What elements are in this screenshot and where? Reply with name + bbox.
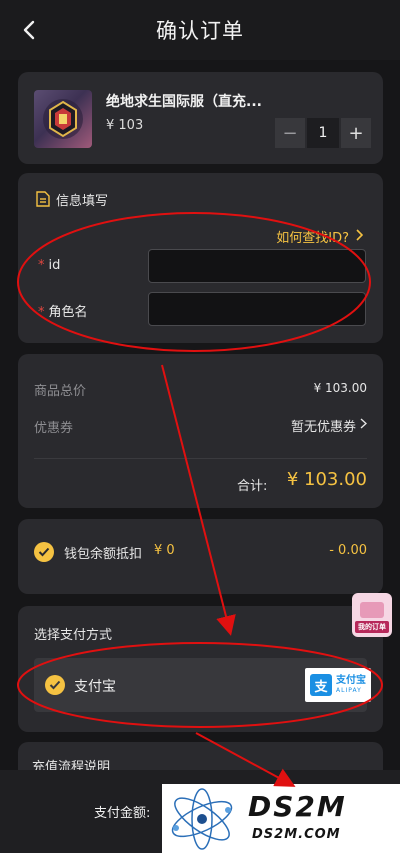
- my-orders-label: 我的订单: [355, 621, 389, 633]
- required-mark: *: [38, 305, 45, 320]
- wallet-deduction-card: 钱包余额抵扣 ¥ 0 - 0.00: [18, 519, 383, 594]
- goods-total-label: 商品总价: [34, 384, 87, 399]
- info-section-title: 信息填写: [56, 194, 109, 209]
- product-price: ¥ 103: [106, 118, 144, 133]
- wallet-balance: ¥ 0: [154, 543, 175, 558]
- check-icon: [38, 547, 50, 557]
- my-orders-float-button[interactable]: 我的订单: [352, 593, 392, 637]
- divider: [34, 458, 367, 459]
- coupon-value: 暂无优惠券: [290, 420, 356, 435]
- alipay-logo: 支 支付宝 ALIPAY: [305, 668, 371, 702]
- role-name-field-label: * 角色名: [38, 305, 88, 320]
- find-id-label: 如何查找ID?: [276, 231, 349, 246]
- payment-section-title: 选择支付方式: [34, 628, 113, 643]
- chevron-right-icon: [360, 418, 368, 433]
- pay-total-label: 支付金额:: [94, 806, 151, 821]
- back-arrow-icon[interactable]: [18, 18, 40, 42]
- alipay-logo-en: ALIPAY: [336, 687, 362, 694]
- alipay-radio[interactable]: [45, 675, 65, 695]
- sum-label: 合计:: [237, 479, 268, 494]
- coupon-label: 优惠券: [34, 421, 74, 436]
- check-icon: [49, 680, 61, 690]
- chevron-right-icon: [355, 228, 364, 245]
- document-icon: [36, 191, 50, 211]
- atom-logo-icon: [171, 788, 233, 850]
- alipay-logo-cn: 支付宝: [336, 675, 366, 686]
- required-mark: *: [38, 258, 45, 273]
- payment-method-card: 选择支付方式 支付宝 支 支付宝 ALIPAY: [18, 606, 383, 732]
- id-field-label: * id: [38, 258, 61, 273]
- product-name: 绝地求生国际服（直充...: [106, 94, 262, 110]
- order-box-icon: [360, 602, 384, 618]
- decrease-button[interactable]: −: [275, 118, 305, 148]
- product-card: 绝地求生国际服（直充... ¥ 103 − 1 +: [18, 72, 383, 164]
- find-id-link[interactable]: 如何查找ID?: [276, 227, 364, 246]
- alipay-mark: 支: [310, 674, 332, 696]
- role-name-input[interactable]: [148, 292, 366, 326]
- id-input[interactable]: [148, 249, 366, 283]
- sum-value: ¥ 103.00: [286, 469, 367, 490]
- watermark-main: DS2M: [248, 790, 347, 823]
- goods-total-value: ¥ 103.00: [313, 381, 367, 395]
- quantity-value[interactable]: 1: [307, 118, 339, 148]
- info-form-card: 信息填写 如何查找ID? * id * 角色名: [18, 173, 383, 343]
- wallet-deduction-amount: - 0.00: [329, 543, 367, 558]
- product-thumbnail: [34, 90, 92, 148]
- wallet-label: 钱包余额抵扣: [64, 547, 143, 562]
- page-title: 确认订单: [156, 19, 244, 43]
- increase-button[interactable]: +: [341, 118, 371, 148]
- watermark-sub: DS2M.COM: [252, 827, 341, 842]
- coupon-selector[interactable]: 暂无优惠券: [290, 416, 368, 435]
- order-totals-card: 商品总价 ¥ 103.00 优惠券 暂无优惠券 合计: ¥ 103.00: [18, 354, 383, 508]
- payment-option-alipay[interactable]: 支付宝 支 支付宝 ALIPAY: [34, 658, 371, 712]
- quantity-stepper: − 1 +: [275, 118, 371, 148]
- header-bar: 确认订单: [0, 0, 400, 60]
- watermark: DS2M DS2M.COM: [162, 784, 400, 853]
- payment-option-label: 支付宝: [74, 679, 116, 695]
- wallet-checkbox[interactable]: [34, 542, 54, 562]
